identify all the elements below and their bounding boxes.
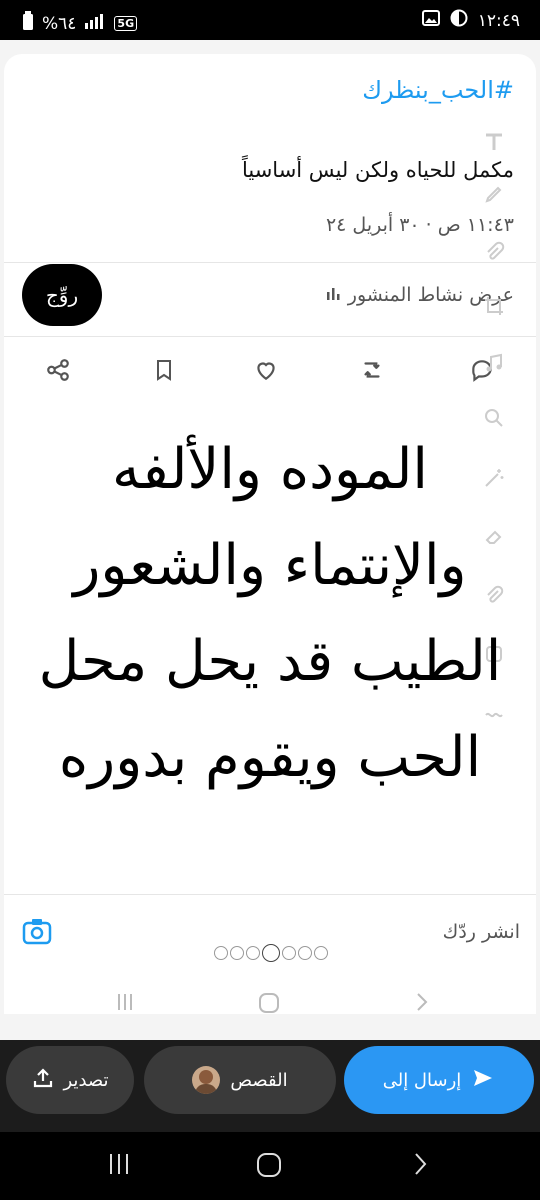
page-dot xyxy=(314,946,328,960)
battery-icon xyxy=(22,11,34,36)
post-actions xyxy=(4,344,536,400)
signal-icon xyxy=(84,13,106,34)
back-icon xyxy=(414,992,428,1014)
network-type: 5G xyxy=(114,16,138,31)
page-dot xyxy=(282,946,296,960)
overlay-text[interactable]: الموده والألفه والإنتماء والشعور الطيب ق… xyxy=(14,422,526,806)
bookmark-icon[interactable] xyxy=(148,354,180,386)
hashtag-link[interactable]: #الحب_بنظرك xyxy=(362,76,514,104)
export-button[interactable]: تصدير xyxy=(6,1046,134,1114)
text-tool-icon[interactable] xyxy=(474,122,514,162)
battery-percent: %٦٤ xyxy=(42,13,77,34)
heart-icon[interactable] xyxy=(250,354,282,386)
share-icon[interactable] xyxy=(42,354,74,386)
send-to-button[interactable]: إرسال إلى xyxy=(344,1046,534,1114)
status-right: %٦٤ 5G xyxy=(22,11,138,36)
page-dot xyxy=(246,946,260,960)
recents-button-icon[interactable] xyxy=(108,1152,130,1180)
send-icon xyxy=(471,1066,495,1095)
home-button-icon[interactable] xyxy=(256,1152,282,1182)
status-bar: ١٢:٤٩ %٦٤ 5G xyxy=(0,0,540,40)
bar-chart-icon xyxy=(326,284,342,306)
stories-label: القصص xyxy=(230,1069,288,1091)
promote-button[interactable]: روِّج xyxy=(22,264,102,326)
clip-tool-icon[interactable] xyxy=(474,232,514,272)
pen-tool-icon[interactable] xyxy=(474,174,514,214)
dark-mode-icon xyxy=(450,9,468,32)
music-tool-icon[interactable] xyxy=(474,344,514,384)
post-sheet: #الحب_بنظرك مكمل للحياه ولكن ليس أساسياً… xyxy=(4,54,536,1014)
upload-icon xyxy=(32,1067,54,1094)
reply-input[interactable]: انشر ردّك xyxy=(443,921,520,943)
clock: ١٢:٤٩ xyxy=(477,10,520,31)
avatar xyxy=(192,1066,221,1094)
share-sheet: إرسال إلى القصص تصدير xyxy=(0,1040,540,1132)
send-label: إرسال إلى xyxy=(382,1069,462,1091)
inner-nav-bar xyxy=(4,984,536,1014)
page-dots xyxy=(214,944,328,962)
status-left: ١٢:٤٩ xyxy=(421,9,520,32)
page-dot xyxy=(230,946,244,960)
divider xyxy=(4,262,536,263)
retweet-icon[interactable] xyxy=(356,354,388,386)
crop-tool-icon[interactable] xyxy=(474,286,514,326)
home-icon xyxy=(258,992,280,1014)
export-label: تصدير xyxy=(63,1069,109,1091)
stories-button[interactable]: القصص xyxy=(144,1046,336,1114)
camera-icon[interactable] xyxy=(22,917,52,949)
divider xyxy=(4,336,536,337)
page-dot xyxy=(298,946,312,960)
page-dot xyxy=(214,946,228,960)
post-preview-card: #الحب_بنظرك مكمل للحياه ولكن ليس أساسياً… xyxy=(0,40,540,1040)
back-button-icon[interactable] xyxy=(412,1152,428,1180)
image-notification-icon xyxy=(421,10,440,31)
page-dot-active xyxy=(262,944,280,962)
recents-icon xyxy=(116,992,134,1014)
system-nav-bar xyxy=(0,1132,540,1200)
